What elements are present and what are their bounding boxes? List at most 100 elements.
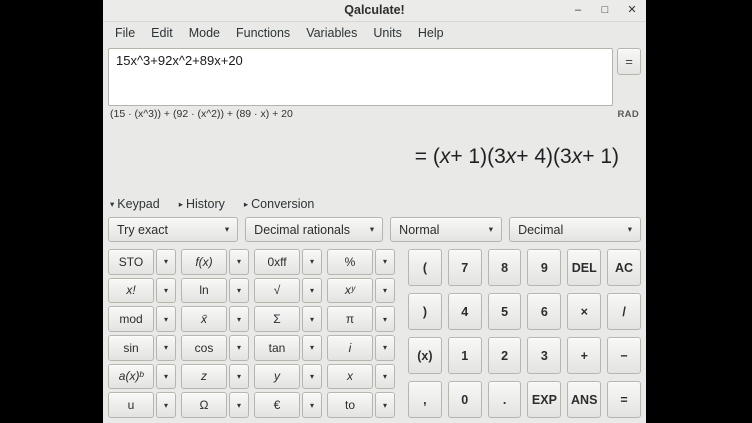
menu-item-edit[interactable]: Edit: [143, 23, 181, 43]
key-add[interactable]: +: [567, 337, 601, 374]
key-digit-9[interactable]: 9: [527, 249, 561, 286]
key-unit-ohm-menu-button[interactable]: ▾: [229, 392, 249, 418]
key-var-y[interactable]: y: [254, 364, 300, 390]
key-digit-7[interactable]: 7: [448, 249, 482, 286]
window-controls: – □ ✕: [571, 3, 639, 18]
key-unit-euro-menu-button[interactable]: ▾: [302, 392, 322, 418]
close-button[interactable]: ✕: [625, 3, 639, 18]
key-comma[interactable]: ,: [408, 381, 442, 418]
key-digit-1[interactable]: 1: [448, 337, 482, 374]
key-var-z-menu-button[interactable]: ▾: [229, 364, 249, 390]
result-text: + 1): [582, 145, 619, 169]
key-sto[interactable]: STO: [108, 249, 154, 275]
tab-keypad[interactable]: ▾ Keypad: [110, 197, 160, 211]
key-sum-menu-button[interactable]: ▾: [302, 306, 322, 332]
key-group: %▾: [327, 249, 395, 275]
key-smart-paren[interactable]: (x): [408, 337, 442, 374]
key-var-y-menu-button[interactable]: ▾: [302, 364, 322, 390]
key-multiply[interactable]: ×: [567, 293, 601, 330]
key-cos-menu-button[interactable]: ▾: [229, 335, 249, 361]
key-convert-to-menu-button[interactable]: ▾: [375, 392, 395, 418]
result-text: + 1)(3: [450, 145, 505, 169]
key-subtract[interactable]: −: [607, 337, 641, 374]
key-imaginary-i-menu-button[interactable]: ▾: [375, 335, 395, 361]
key-ans[interactable]: ANS: [567, 381, 601, 418]
key-ln-menu-button[interactable]: ▾: [229, 278, 249, 304]
key-mod[interactable]: mod: [108, 306, 154, 332]
key-var-x[interactable]: x: [327, 364, 373, 390]
key-digit-6[interactable]: 6: [527, 293, 561, 330]
fraction-mode-dropdown[interactable]: Decimal rationals ▾: [245, 217, 383, 242]
menu-item-file[interactable]: File: [107, 23, 143, 43]
key-exp[interactable]: EXP: [527, 381, 561, 418]
key-group: √▾: [254, 278, 322, 304]
key-sum[interactable]: Σ: [254, 306, 300, 332]
key-sqrt[interactable]: √: [254, 278, 300, 304]
key-sto-menu-button[interactable]: ▾: [156, 249, 176, 275]
key-custom-base-menu-button[interactable]: ▾: [156, 364, 176, 390]
key-all-clear[interactable]: AC: [607, 249, 641, 286]
key-pi[interactable]: π: [327, 306, 373, 332]
key-raise-power[interactable]: xʸ: [327, 278, 373, 304]
menu-item-functions[interactable]: Functions: [228, 23, 298, 43]
key-percent[interactable]: %: [327, 249, 373, 275]
key-var-z[interactable]: z: [181, 364, 227, 390]
keypad-row: a(x)ᵇ▾z▾y▾x▾: [108, 364, 395, 390]
tab-history[interactable]: ▸ History: [179, 197, 225, 211]
key-digit-2[interactable]: 2: [488, 337, 522, 374]
key-ln[interactable]: ln: [181, 278, 227, 304]
key-cos[interactable]: cos: [181, 335, 227, 361]
key-unit-ohm[interactable]: Ω: [181, 392, 227, 418]
key-sqrt-menu-button[interactable]: ▾: [302, 278, 322, 304]
tab-conversion[interactable]: ▸ Conversion: [244, 197, 315, 211]
key-percent-menu-button[interactable]: ▾: [375, 249, 395, 275]
key-sin[interactable]: sin: [108, 335, 154, 361]
menu-item-units[interactable]: Units: [365, 23, 409, 43]
key-digit-0[interactable]: 0: [448, 381, 482, 418]
minimize-button[interactable]: –: [571, 3, 585, 18]
menu-item-mode[interactable]: Mode: [181, 23, 228, 43]
key-mean-menu-button[interactable]: ▾: [229, 306, 249, 332]
key-raise-power-menu-button[interactable]: ▾: [375, 278, 395, 304]
key-function-fx-menu-button[interactable]: ▾: [229, 249, 249, 275]
key-mod-menu-button[interactable]: ▾: [156, 306, 176, 332]
display-mode-dropdown[interactable]: Normal ▾: [390, 217, 502, 242]
key-function-fx[interactable]: f(x): [181, 249, 227, 275]
key-open-paren[interactable]: (: [408, 249, 442, 286]
menu-item-help[interactable]: Help: [410, 23, 452, 43]
key-hex-0xff-menu-button[interactable]: ▾: [302, 249, 322, 275]
key-digit-4[interactable]: 4: [448, 293, 482, 330]
expression-input[interactable]: 15x^3+92x^2+89x+20: [108, 48, 613, 106]
key-equals[interactable]: =: [607, 381, 641, 418]
key-mean[interactable]: x̄: [181, 306, 227, 332]
key-divide[interactable]: /: [607, 293, 641, 330]
maximize-button[interactable]: □: [598, 3, 612, 18]
key-digit-3[interactable]: 3: [527, 337, 561, 374]
exact-mode-dropdown[interactable]: Try exact ▾: [108, 217, 238, 242]
key-tan[interactable]: tan: [254, 335, 300, 361]
base-mode-dropdown[interactable]: Decimal ▾: [509, 217, 641, 242]
key-digit-8[interactable]: 8: [488, 249, 522, 286]
calculate-button[interactable]: =: [617, 48, 641, 75]
key-pi-menu-button[interactable]: ▾: [375, 306, 395, 332]
key-unit-u-menu-button[interactable]: ▾: [156, 392, 176, 418]
key-unit-euro[interactable]: €: [254, 392, 300, 418]
key-factorial[interactable]: x!: [108, 278, 154, 304]
key-var-x-menu-button[interactable]: ▾: [375, 364, 395, 390]
menu-item-variables[interactable]: Variables: [298, 23, 365, 43]
key-imaginary-i[interactable]: i: [327, 335, 373, 361]
key-digit-5[interactable]: 5: [488, 293, 522, 330]
key-tan-menu-button[interactable]: ▾: [302, 335, 322, 361]
key-hex-0xff[interactable]: 0xff: [254, 249, 300, 275]
key-close-paren[interactable]: ): [408, 293, 442, 330]
key-group: to▾: [327, 392, 395, 418]
key-unit-u[interactable]: u: [108, 392, 154, 418]
key-custom-base[interactable]: a(x)ᵇ: [108, 364, 154, 390]
tab-conversion-label: Conversion: [251, 197, 314, 211]
key-factorial-menu-button[interactable]: ▾: [156, 278, 176, 304]
key-sin-menu-button[interactable]: ▾: [156, 335, 176, 361]
key-decimal-point[interactable]: .: [488, 381, 522, 418]
key-group: Ω▾: [181, 392, 249, 418]
key-delete[interactable]: DEL: [567, 249, 601, 286]
key-convert-to[interactable]: to: [327, 392, 373, 418]
